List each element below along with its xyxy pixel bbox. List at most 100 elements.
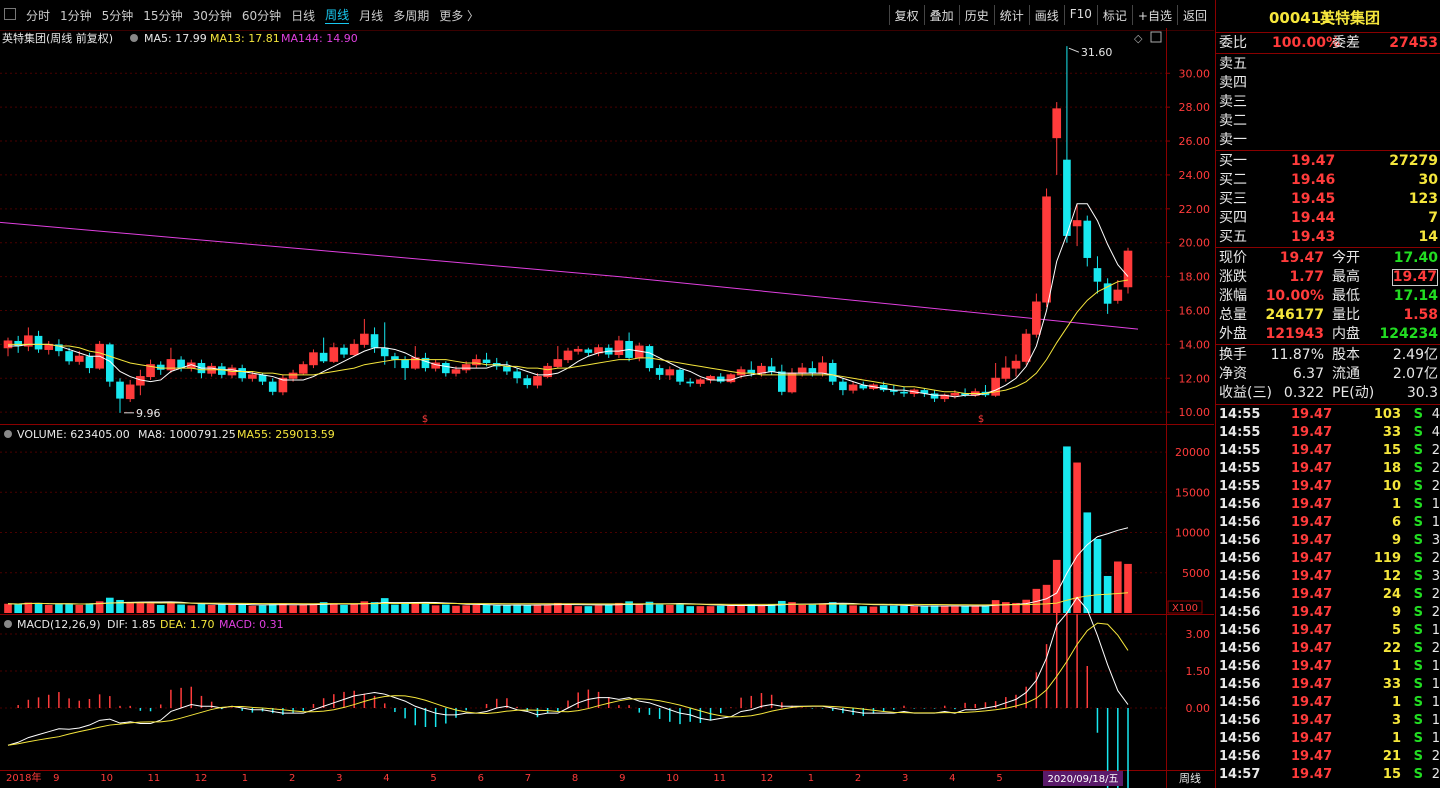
volume-tick-label: 20000: [1175, 446, 1210, 459]
volume-bar: [655, 604, 664, 613]
tick-side: S: [1413, 407, 1423, 422]
menu-icon[interactable]: [4, 8, 16, 20]
quote-label: 量比: [1332, 307, 1360, 323]
tick-count: 2: [1431, 767, 1440, 782]
tick-row[interactable]: 14:56 19.47 5 S 1: [1216, 622, 1440, 640]
tick-row[interactable]: 14:56 19.47 1 S 1: [1216, 496, 1440, 514]
tool-button-4[interactable]: 画线: [1028, 5, 1064, 25]
tick-row[interactable]: 14:56 19.47 3 S 1: [1216, 712, 1440, 730]
quote-value: 124234: [1379, 326, 1438, 342]
tick-price: 19.47: [1291, 749, 1333, 764]
volume-bar: [737, 605, 745, 613]
price-tick-label: 22.00: [1179, 203, 1211, 216]
high-marker-arrow: [1068, 47, 1080, 53]
bid-volume: 30: [1418, 172, 1438, 188]
price-tick-label: 18.00: [1179, 271, 1211, 284]
period-tab-7[interactable]: 周线: [325, 6, 350, 24]
tick-side: S: [1413, 587, 1423, 602]
volume-bar: [4, 603, 12, 613]
candle-body: [1032, 301, 1041, 335]
candle-body: [391, 356, 399, 360]
tool-button-0[interactable]: 复权: [888, 5, 924, 25]
tick-row[interactable]: 14:56 19.47 12 S 3: [1216, 568, 1440, 586]
volume-bar: [65, 604, 73, 613]
tick-row[interactable]: 14:56 19.47 9 S 2: [1216, 604, 1440, 622]
volume-bar: [482, 604, 491, 613]
candle-body: [238, 368, 246, 379]
tick-price: 19.47: [1291, 731, 1333, 746]
tick-row[interactable]: 14:55 19.47 15 S 2: [1216, 442, 1440, 460]
candle-body: [461, 364, 471, 371]
period-tab-9[interactable]: 多周期: [393, 7, 429, 24]
tick-volume: 1: [1391, 497, 1401, 512]
bid-price: 19.44: [1291, 210, 1336, 226]
ask-label: 卖三: [1219, 94, 1247, 110]
tick-volume: 103: [1373, 407, 1401, 422]
x-axis-label: 10: [100, 773, 113, 784]
bid-volume: 27279: [1389, 153, 1438, 169]
tick-time: 14:55: [1219, 443, 1261, 458]
tick-volume: 1: [1391, 695, 1401, 710]
tool-button-8[interactable]: 返回: [1176, 5, 1212, 25]
tool-button-2[interactable]: 历史: [958, 5, 994, 25]
macd-value-label: MACD: 0.31: [219, 618, 284, 631]
price-tick-label: 16.00: [1179, 304, 1211, 317]
tick-row[interactable]: 14:56 19.47 9 S 3: [1216, 532, 1440, 550]
tick-row[interactable]: 14:56 19.47 22 S 2: [1216, 640, 1440, 658]
price-tick-label: 24.00: [1179, 169, 1211, 182]
x-axis-label: 4: [949, 773, 955, 784]
period-tab-3[interactable]: 15分钟: [143, 7, 182, 24]
tick-row[interactable]: 14:56 19.47 1 S 1: [1216, 658, 1440, 676]
candle-body: [839, 381, 847, 391]
kline-chart[interactable]: 英特集团(周线 前复权) MA5: 17.99 MA13: 17.81 MA144: …: [0, 28, 1214, 788]
tick-row[interactable]: 14:57 19.47 15 S 2: [1216, 766, 1440, 784]
volume-bar: [492, 605, 501, 613]
x-axis-label: 3: [336, 773, 342, 784]
tick-row[interactable]: 14:55 19.47 103 S 4: [1216, 406, 1440, 424]
period-tab-4[interactable]: 30分钟: [193, 7, 232, 24]
tick-row[interactable]: 14:55 19.47 33 S 4: [1216, 424, 1440, 442]
volume-bar: [44, 604, 53, 613]
period-tab-2[interactable]: 5分钟: [102, 7, 134, 24]
stat-row: 收益(三) 0.322 PE(动) 30.3: [1216, 384, 1440, 403]
chart-tools: 复权 叠加 历史 统计 画线 F10 标记 +自选 返回: [888, 5, 1212, 25]
tick-row[interactable]: 14:56 19.47 1 S 1: [1216, 730, 1440, 748]
macd-tick-label: 3.00: [1186, 628, 1211, 641]
tick-row[interactable]: 14:56 19.47 119 S 2: [1216, 550, 1440, 568]
period-tab-0[interactable]: 分时: [26, 7, 50, 24]
tick-count: 1: [1431, 731, 1440, 746]
candle-body: [1021, 333, 1031, 362]
tool-button-3[interactable]: 统计: [993, 5, 1029, 25]
tick-time: 14:56: [1219, 713, 1261, 728]
candle-body: [329, 347, 339, 362]
tick-row[interactable]: 14:56 19.47 6 S 1: [1216, 514, 1440, 532]
tool-button-7[interactable]: +自选: [1131, 5, 1177, 25]
bid-label: 买二: [1219, 172, 1247, 188]
period-tab-5[interactable]: 60分钟: [242, 7, 281, 24]
tick-row[interactable]: 14:55 19.47 10 S 2: [1216, 478, 1440, 496]
tick-row[interactable]: 14:56 19.47 24 S 2: [1216, 586, 1440, 604]
tool-button-1[interactable]: 叠加: [923, 5, 959, 25]
tick-row[interactable]: 14:56 19.47 21 S 2: [1216, 748, 1440, 766]
volume-bar: [380, 598, 389, 613]
period-tab-8[interactable]: 月线: [359, 7, 383, 24]
tick-row[interactable]: 14:56 19.47 33 S 1: [1216, 676, 1440, 694]
quote-value: 19.47: [1391, 269, 1438, 286]
period-tab-1[interactable]: 1分钟: [60, 7, 92, 24]
tick-row[interactable]: 14:56 19.47 1 S 1: [1216, 694, 1440, 712]
period-tab-10[interactable]: 更多 〉: [439, 7, 479, 24]
volume-bar: [116, 599, 124, 613]
tool-button-6[interactable]: 标记: [1096, 5, 1132, 25]
bid-label: 买三: [1219, 191, 1247, 207]
volume-bar: [1002, 602, 1010, 613]
ma144-line: [0, 221, 1139, 330]
tick-row[interactable]: 14:55 19.47 18 S 2: [1216, 460, 1440, 478]
stat-label: 流通: [1332, 366, 1360, 382]
tick-volume: 1: [1391, 659, 1401, 674]
stat-label: 股本: [1332, 347, 1360, 363]
volume-bar: [930, 605, 939, 613]
bid-price: 19.46: [1291, 172, 1336, 188]
tool-button-5[interactable]: F10: [1063, 5, 1097, 25]
period-tab-6[interactable]: 日线: [291, 7, 315, 24]
quote-label: 现价: [1219, 250, 1247, 266]
